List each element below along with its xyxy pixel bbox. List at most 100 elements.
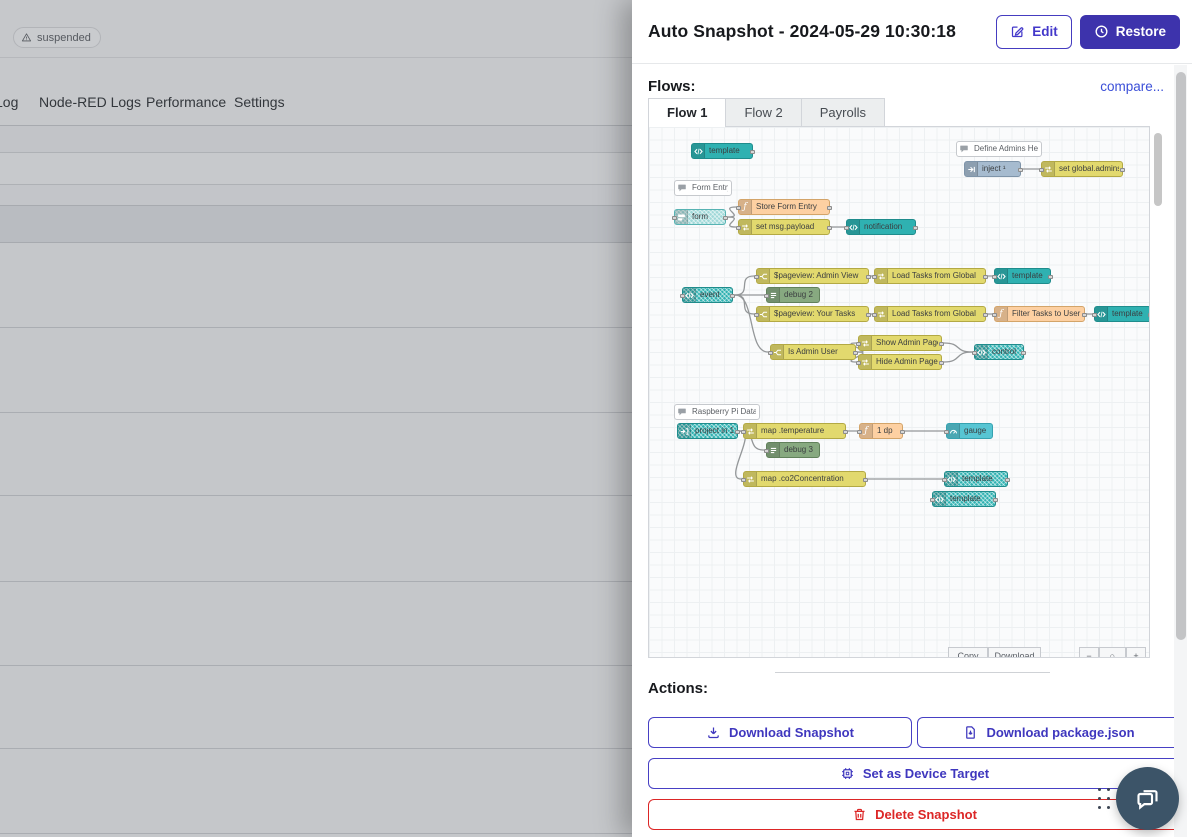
output-port xyxy=(827,226,832,230)
flow-comment-form-entry: Form Entry xyxy=(674,180,732,196)
node-label: template xyxy=(709,144,749,158)
input-port xyxy=(1092,313,1097,317)
flow-node-hide-admin-page: Hide Admin Page xyxy=(858,354,942,370)
flow-node-template: template xyxy=(1094,306,1150,322)
panel-resize-divider[interactable] xyxy=(775,672,1050,673)
flow-tabbar: Flow 1Flow 2Payrolls xyxy=(648,99,1150,127)
canvas-scrollbar[interactable] xyxy=(1154,133,1162,206)
chat-button[interactable] xyxy=(1116,767,1179,830)
output-port xyxy=(983,275,988,279)
input-port xyxy=(754,275,759,279)
input-port xyxy=(741,430,746,434)
output-port xyxy=(913,226,918,230)
status-badge: suspended xyxy=(13,27,101,48)
output-port xyxy=(1048,275,1053,279)
status-badge-label: suspended xyxy=(37,32,91,44)
node-label: Store Form Entry xyxy=(756,200,826,214)
input-port xyxy=(844,226,849,230)
edit-button[interactable]: Edit xyxy=(996,15,1072,49)
output-port xyxy=(1082,313,1087,317)
flow-node-inject-: inject ¹ xyxy=(964,161,1021,177)
node-label: template xyxy=(1012,269,1047,283)
flow-node-1-dp: ƒ1 dp xyxy=(859,423,903,439)
canvas-zoom-control[interactable]: − xyxy=(1079,647,1099,658)
output-port xyxy=(866,313,871,317)
flow-node--pageview-your-tasks: $pageview: Your Tasks xyxy=(756,306,869,322)
flow-node-template: template xyxy=(691,143,753,159)
canvas-copy-button[interactable]: Copy xyxy=(948,647,988,658)
restore-button[interactable]: Restore xyxy=(1080,15,1180,49)
flow-node-map-temperature: map .temperature xyxy=(743,423,846,439)
input-port xyxy=(764,449,769,453)
input-port xyxy=(857,430,862,434)
set-as-device-target-button[interactable]: Set as Device Target xyxy=(648,758,1181,789)
node-label: Show Admin Page xyxy=(876,336,938,350)
input-port xyxy=(1039,168,1044,172)
warning-icon xyxy=(21,32,32,43)
flow-node-control: control xyxy=(974,344,1024,360)
canvas-download-button[interactable]: Download xyxy=(988,647,1041,658)
nav-tab-settings[interactable]: Settings xyxy=(234,94,285,110)
flow-node-filter-tasks-to-user: ƒFilter Tasks to User xyxy=(994,306,1085,322)
compare-link[interactable]: compare... xyxy=(1100,79,1164,94)
flow-comment-define-admins-here: Define Admins Here xyxy=(956,141,1042,157)
output-port xyxy=(1018,168,1023,172)
canvas-zoom-control[interactable]: + xyxy=(1126,647,1146,658)
node-label: debug 2 xyxy=(784,288,816,302)
chat-bubbles-icon xyxy=(1134,785,1161,812)
tab-flow-1[interactable]: Flow 1 xyxy=(648,98,726,126)
node-label: project in 1 xyxy=(695,424,734,438)
drawer-header: Auto Snapshot - 2024-05-29 10:30:18 Edit… xyxy=(632,0,1192,64)
download-package-json-button[interactable]: Download package.json xyxy=(917,717,1181,748)
output-port xyxy=(750,150,755,154)
button-label: Set as Device Target xyxy=(863,766,989,781)
flow-wires xyxy=(649,127,1150,658)
output-port xyxy=(866,275,871,279)
node-label: map .co2Concentration xyxy=(761,472,862,486)
input-port xyxy=(872,313,877,317)
node-label: 1 dp xyxy=(877,424,899,438)
tab-payrolls[interactable]: Payrolls xyxy=(802,98,885,126)
flow-node-form: form xyxy=(674,209,726,225)
node-label: template xyxy=(1112,307,1147,321)
flow-node-template: template xyxy=(932,491,996,507)
tab-flow-2[interactable]: Flow 2 xyxy=(726,98,801,126)
input-port xyxy=(872,275,877,279)
actions-section-label: Actions: xyxy=(648,680,708,697)
flow-node-notification: notification xyxy=(846,219,916,235)
button-label: Download Snapshot xyxy=(729,725,854,740)
flow-node-set-msg-payload: set msg.payload xyxy=(738,219,830,235)
output-port xyxy=(1120,168,1125,172)
output-port xyxy=(1148,313,1150,317)
trash-icon xyxy=(852,807,867,822)
input-port xyxy=(764,294,769,298)
link-in-icon xyxy=(678,424,691,438)
input-port xyxy=(768,351,773,355)
node-label: Hide Admin Page xyxy=(876,355,938,369)
comment-icon xyxy=(957,142,970,156)
inject-icon xyxy=(965,162,978,176)
output-port xyxy=(900,430,905,434)
download-snapshot-button[interactable]: Download Snapshot xyxy=(648,717,912,748)
flow-canvas[interactable]: Define Admins Here template inject ¹ set gl… xyxy=(648,127,1150,658)
drawer-scrollbar-track xyxy=(1174,65,1187,837)
chat-drag-handle[interactable] xyxy=(1098,788,1110,809)
button-label: Download package.json xyxy=(986,725,1134,740)
canvas-zoom-control[interactable]: ○ xyxy=(1099,647,1126,658)
drawer-scrollbar[interactable] xyxy=(1176,72,1186,640)
node-label: Is Admin User xyxy=(788,345,852,359)
node-label: set global.admins xyxy=(1059,162,1119,176)
node-label: template xyxy=(950,492,992,506)
nav-tab-performance[interactable]: Performance xyxy=(146,94,226,110)
output-port xyxy=(853,351,858,355)
nav-tab-node-red-logs[interactable]: Node-RED Logs xyxy=(39,94,141,110)
restore-button-label: Restore xyxy=(1116,24,1166,39)
input-port xyxy=(736,226,741,230)
input-port xyxy=(856,342,861,346)
output-port xyxy=(983,313,988,317)
edit-button-label: Edit xyxy=(1032,24,1058,39)
node-label: notification xyxy=(864,220,912,234)
nav-tab-log[interactable]: Log xyxy=(0,94,18,110)
chip-icon xyxy=(840,766,855,781)
edit-icon xyxy=(1010,24,1025,39)
